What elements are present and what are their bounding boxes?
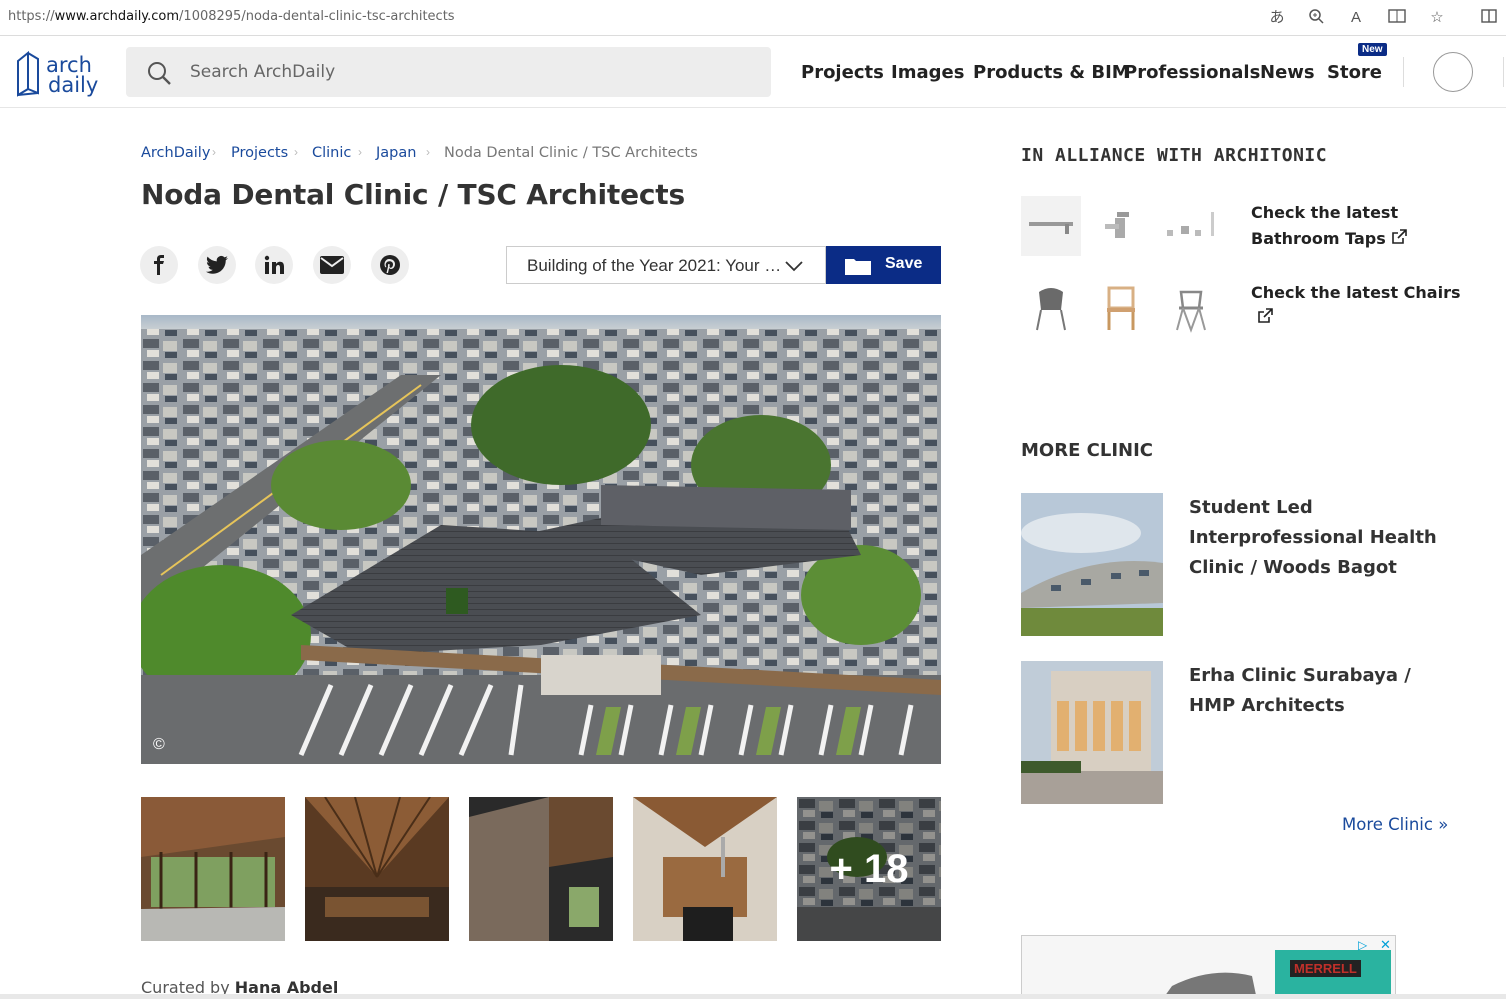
chair-icon [1176, 290, 1206, 333]
site-header: arch daily Search ArchDaily Projects Ima… [0, 37, 1506, 108]
search-input[interactable]: Search ArchDaily [190, 62, 335, 82]
faucet-set-icon [1167, 212, 1214, 236]
breadcrumb-archdaily[interactable]: ArchDaily [141, 145, 210, 161]
more-images-count: + 18 [797, 797, 941, 941]
nav-images[interactable]: Images [891, 62, 964, 83]
pinterest-icon [380, 255, 400, 275]
shower-icon [1029, 222, 1073, 234]
product-thumbnail-faucet-set[interactable] [1161, 196, 1221, 256]
ad-close-icon[interactable]: ✕ [1380, 937, 1391, 953]
gallery-thumbnail[interactable] [469, 797, 613, 941]
folder-select[interactable]: Building of the Year 2021: Your Choice [506, 246, 826, 284]
folder-icon [845, 259, 871, 275]
more-clinic-link[interactable]: More Clinic » [1342, 815, 1448, 834]
browser-address-bar[interactable]: https://www.archdaily.com/1008295/noda-d… [0, 0, 1506, 36]
email-icon [320, 256, 344, 274]
search-icon [148, 62, 171, 85]
ad-brand-label: MERRELL [1290, 960, 1361, 977]
url-domain: www.archdaily.com [54, 9, 180, 24]
related-project-image[interactable] [1021, 661, 1163, 804]
nav-news[interactable]: News [1260, 62, 1315, 83]
split-screen-icon[interactable] [1479, 8, 1499, 28]
copyright-icon[interactable]: © [153, 736, 165, 754]
bathroom-taps-link-line1: Check the latest [1251, 203, 1399, 222]
nav-projects[interactable]: Projects [801, 62, 884, 83]
twitter-icon [206, 255, 228, 274]
hero-image[interactable]: © [141, 315, 941, 764]
facebook-icon [154, 255, 164, 275]
page-title: Noda Dental Clinic / TSC Architects [141, 178, 685, 211]
chairs-link[interactable]: Check the latest Chairs [1251, 280, 1461, 332]
thumbnail-photo [305, 797, 449, 941]
zoom-icon[interactable] [1306, 8, 1326, 28]
save-button-label: Save [885, 255, 923, 272]
breadcrumb-clinic[interactable]: Clinic [312, 145, 351, 161]
share-linkedin-button[interactable] [255, 246, 293, 284]
gallery-more-thumbnail[interactable]: + 18 [797, 797, 941, 941]
share-facebook-button[interactable] [140, 246, 178, 284]
gallery-thumbnail[interactable] [633, 797, 777, 941]
search-bar[interactable]: Search ArchDaily [126, 47, 771, 97]
thumbnail-photo [633, 797, 777, 941]
thumbnail-photo [141, 797, 285, 941]
chevron-down-icon [785, 261, 803, 272]
product-thumbnail-tap[interactable] [1091, 196, 1151, 256]
related-project-title[interactable]: Erha Clinic Surabaya / HMP Architects [1189, 661, 1449, 721]
related-project-title[interactable]: Student Led Interprofessional Health Cli… [1189, 493, 1449, 583]
hero-photo [141, 315, 941, 764]
breadcrumb-separator: › [426, 145, 430, 159]
url-path: /1008295/noda-dental-clinic-tsc-architec… [179, 9, 455, 24]
user-avatar[interactable] [1433, 52, 1473, 92]
save-button[interactable]: Save [826, 246, 941, 284]
share-email-button[interactable] [313, 246, 351, 284]
chair-icon [1036, 288, 1066, 331]
url-text[interactable]: https://www.archdaily.com/1008295/noda-d… [8, 9, 455, 24]
nav-products-bim[interactable]: Products & BIM [973, 62, 1130, 83]
folder-select-value: Building of the Year 2021: Your Choice [527, 256, 782, 275]
read-aloud-translate-icon[interactable]: あ [1267, 8, 1287, 28]
gallery-thumbnail[interactable] [305, 797, 449, 941]
breadcrumb-japan[interactable]: Japan [376, 145, 416, 161]
more-clinic-heading: MORE CLINIC [1021, 440, 1153, 461]
breadcrumb-separator: › [294, 145, 298, 159]
immersive-reader-icon[interactable] [1387, 8, 1407, 28]
nav-professionals[interactable]: Professionals [1124, 62, 1260, 83]
product-thumbnail-chair-wood[interactable] [1091, 278, 1151, 338]
chair-icon [1107, 286, 1135, 330]
favorite-star-icon[interactable]: ☆ [1427, 8, 1447, 28]
external-link-icon [1258, 308, 1273, 323]
breadcrumb-separator: › [212, 145, 216, 159]
alliance-heading: IN ALLIANCE WITH ARCHITONIC [1021, 145, 1328, 166]
product-thumbnail-chair-grey[interactable] [1021, 278, 1081, 338]
divider [1503, 57, 1504, 87]
tap-icon [1105, 212, 1129, 238]
product-thumbnail-chair-chrome[interactable] [1161, 278, 1221, 338]
linkedin-icon [264, 255, 284, 274]
archdaily-logo[interactable]: arch daily [14, 47, 104, 99]
bathroom-taps-link[interactable]: Check the latest Bathroom Taps [1251, 200, 1408, 252]
new-badge: New [1358, 43, 1387, 56]
read-aloud-icon[interactable]: A [1346, 8, 1366, 28]
page-bottom-edge [0, 994, 1506, 999]
share-twitter-button[interactable] [198, 246, 236, 284]
ad-choices-icon[interactable]: ▷ [1358, 938, 1367, 952]
related-project-photo [1021, 661, 1163, 804]
thumbnail-photo [469, 797, 613, 941]
chairs-link-text: Check the latest Chairs [1251, 283, 1461, 302]
bathroom-taps-link-line2: Bathroom Taps [1251, 229, 1386, 248]
related-project-image[interactable] [1021, 493, 1163, 636]
external-link-icon [1392, 229, 1408, 244]
breadcrumb-projects[interactable]: Projects [231, 145, 288, 161]
divider [1403, 57, 1404, 87]
nav-store[interactable]: Store [1327, 62, 1382, 83]
share-pinterest-button[interactable] [371, 246, 409, 284]
breadcrumb-separator: › [358, 145, 362, 159]
url-prefix: https:// [8, 9, 55, 24]
logo-text-daily: daily [48, 73, 99, 97]
product-thumbnail-shower[interactable] [1021, 196, 1081, 256]
breadcrumb-current: Noda Dental Clinic / TSC Architects [444, 145, 698, 161]
related-project-photo [1021, 493, 1163, 636]
gallery-thumbnail[interactable] [141, 797, 285, 941]
advertisement[interactable]: MERRELL ▷ ✕ [1021, 935, 1396, 999]
